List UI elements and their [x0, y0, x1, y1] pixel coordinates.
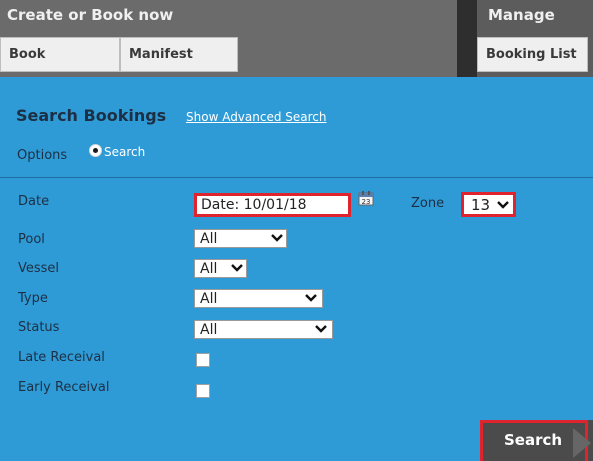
top-navigation: Create or Book now Manage Book Manifest …	[0, 0, 593, 77]
arrow-right-icon	[573, 428, 591, 458]
page-title: Search Bookings	[16, 106, 167, 125]
tab-manifest[interactable]: Manifest	[120, 37, 238, 72]
search-button[interactable]: Search	[480, 420, 593, 461]
date-label: Date	[18, 194, 50, 209]
pool-select[interactable]: All	[194, 229, 287, 248]
svg-text:23: 23	[362, 198, 371, 206]
zone-value: 13	[471, 196, 491, 214]
tab-booking-list[interactable]: Booking List	[477, 37, 588, 72]
pool-value: All	[200, 231, 218, 247]
status-label: Status	[18, 320, 60, 335]
search-radio[interactable]	[89, 144, 102, 157]
nav-divider	[457, 0, 477, 77]
type-select[interactable]: All	[194, 289, 323, 308]
chevron-down-icon	[315, 325, 327, 333]
search-radio-label: Search	[104, 145, 146, 159]
zone-label: Zone	[411, 196, 445, 211]
vessel-label: Vessel	[18, 261, 60, 276]
chevron-down-icon	[497, 201, 509, 209]
late-receival-checkbox[interactable]	[196, 353, 210, 367]
section-divider	[0, 177, 593, 178]
search-panel	[0, 77, 593, 461]
type-value: All	[200, 291, 218, 307]
status-select[interactable]: All	[194, 320, 333, 339]
vessel-value: All	[200, 261, 218, 277]
manage-heading: Manage	[488, 6, 555, 24]
vessel-select[interactable]: All	[194, 259, 247, 278]
search-button-label: Search	[504, 431, 563, 449]
tab-book[interactable]: Book	[0, 37, 120, 72]
status-value: All	[200, 322, 218, 338]
pool-label: Pool	[18, 232, 45, 247]
zone-select[interactable]: 13	[461, 192, 516, 217]
chevron-down-icon	[231, 264, 243, 272]
create-or-book-heading: Create or Book now	[7, 6, 174, 24]
type-label: Type	[18, 291, 48, 306]
chevron-down-icon	[305, 294, 317, 302]
show-advanced-search-link[interactable]: Show Advanced Search	[186, 110, 327, 124]
options-label: Options	[17, 148, 68, 163]
date-input[interactable]: Date: 10/01/18	[194, 193, 351, 217]
early-receival-checkbox[interactable]	[196, 384, 210, 398]
chevron-down-icon	[271, 234, 283, 242]
late-receival-label: Late Receival	[18, 350, 105, 365]
early-receival-label: Early Receival	[18, 380, 110, 395]
calendar-icon[interactable]: 23	[358, 190, 374, 206]
